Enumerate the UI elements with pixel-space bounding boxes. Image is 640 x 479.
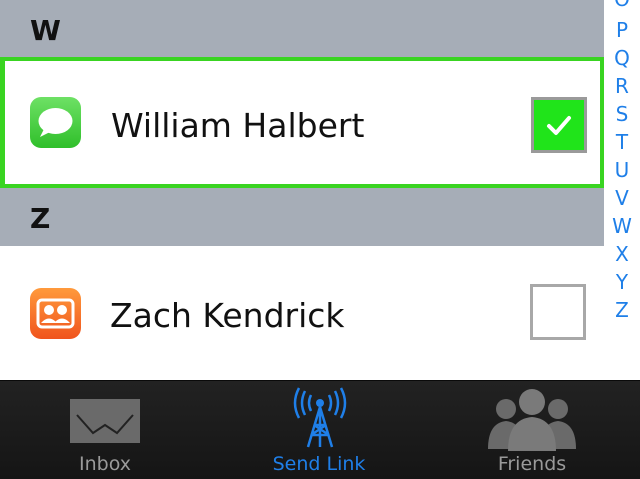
index-letter-o[interactable]: O [604, 0, 640, 10]
tab-bar: Inbox Send Link Friends [0, 380, 640, 479]
section-index-bar[interactable]: O P Q R S T U V W X Y Z [604, 0, 640, 380]
broadcast-tower-icon [293, 387, 347, 448]
tab-label: Inbox [79, 453, 131, 475]
index-letter-s[interactable]: S [604, 103, 640, 125]
tab-inbox[interactable]: Inbox [40, 381, 170, 479]
section-letter: Z [30, 202, 51, 235]
index-letter-t[interactable]: T [604, 131, 640, 153]
index-letter-y[interactable]: Y [604, 271, 640, 293]
index-letter-u[interactable]: U [604, 159, 640, 181]
section-header-z: Z [0, 188, 604, 246]
tab-label: Friends [497, 453, 567, 475]
contact-row-william-halbert[interactable]: William Halbert [0, 57, 604, 188]
tab-label: Send Link [272, 453, 366, 475]
contact-name: Zach Kendrick [110, 296, 345, 335]
contact-row-zach-kendrick[interactable]: Zach Kendrick [0, 246, 604, 380]
tab-send-link[interactable]: Send Link [252, 381, 386, 479]
index-letter-x[interactable]: X [604, 243, 640, 265]
contact-list: W William Halbert Z Zach Kendrick [0, 0, 604, 380]
checkmark-icon [547, 116, 571, 135]
index-letter-v[interactable]: V [604, 187, 640, 209]
friends-icon [488, 389, 576, 451]
select-checkbox-unchecked[interactable] [530, 284, 586, 340]
section-letter: W [30, 14, 61, 47]
index-letter-r[interactable]: R [604, 75, 640, 97]
tab-friends[interactable]: Friends [470, 381, 594, 479]
contacts-icon [30, 288, 81, 339]
index-letter-z[interactable]: Z [604, 299, 640, 321]
index-letter-p[interactable]: P [604, 19, 640, 41]
envelope-icon [70, 399, 140, 443]
select-checkbox-checked[interactable] [531, 97, 587, 153]
index-letter-q[interactable]: Q [604, 47, 640, 69]
index-letter-w[interactable]: W [604, 215, 640, 237]
section-header-w: W [0, 0, 604, 58]
contact-name: William Halbert [111, 106, 365, 145]
messages-icon [30, 97, 81, 148]
